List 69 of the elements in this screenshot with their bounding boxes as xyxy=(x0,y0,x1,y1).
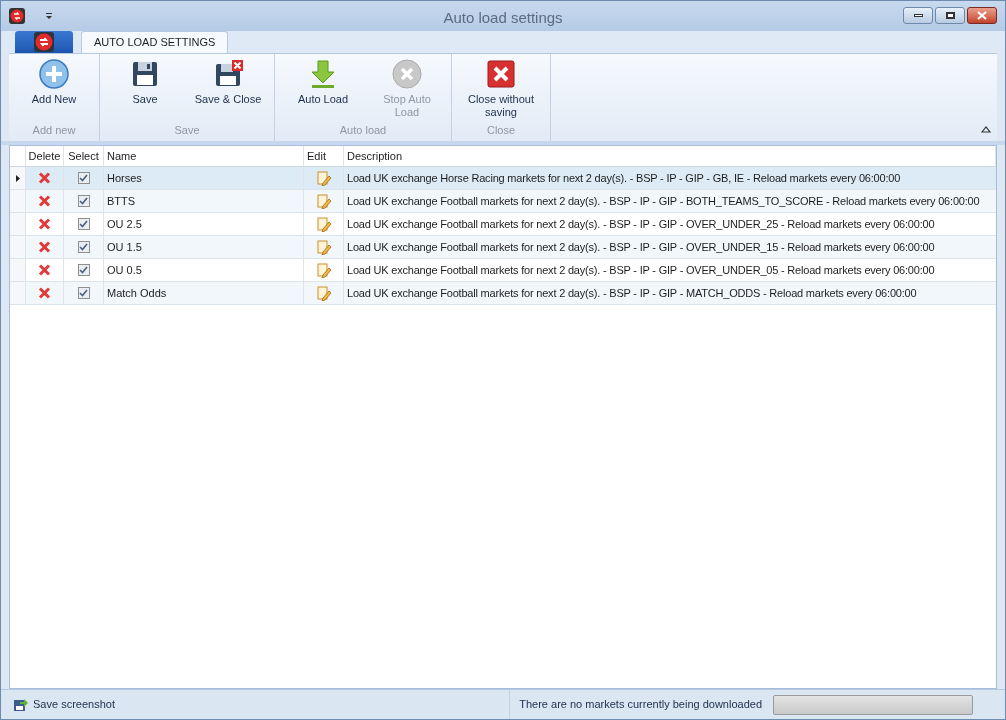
table-cell-text: Load UK exchange Football markets for next 2 day(s). - BSP - IP - GIP - OVER_UNDER_05 - Reload markets every 06:00:00 xyxy=(347,262,935,278)
column-header[interactable]: Description xyxy=(344,146,996,166)
ribbon-group-label: Add new xyxy=(32,122,76,138)
delete-icon[interactable] xyxy=(38,264,51,276)
app-logo-icon xyxy=(34,32,54,52)
delete-icon[interactable] xyxy=(38,241,51,253)
application-menu-button[interactable] xyxy=(15,31,73,53)
minimize-button[interactable] xyxy=(903,7,933,24)
ribbon-button[interactable]: Add New xyxy=(13,54,95,122)
checkbox[interactable] xyxy=(77,241,90,253)
edit-icon[interactable] xyxy=(315,262,332,278)
table-cell-text: Horses xyxy=(107,170,142,186)
stop-icon xyxy=(391,58,423,90)
ribbon-group-label: Close xyxy=(486,122,516,138)
delete-icon[interactable] xyxy=(38,218,51,230)
dropdown-icon[interactable] xyxy=(45,12,53,20)
ribbon-tab[interactable]: AUTO LOAD SETTINGS xyxy=(81,31,229,53)
table-cell-text: BTTS xyxy=(107,193,136,209)
edit-icon[interactable] xyxy=(315,239,332,255)
table-cell-text: Load UK exchange Football markets for next 2 day(s). - BSP - IP - GIP - BOTH_TEAMS_TO_SCORE - Reload markets every 06:00:00 xyxy=(347,193,980,209)
row-header[interactable] xyxy=(10,167,26,189)
checkbox[interactable] xyxy=(77,218,90,230)
row-indicator-icon xyxy=(15,174,20,182)
table-cell-text: Load UK exchange Football markets for next 2 day(s). - BSP - IP - GIP - MATCH_ODDS - Reload markets every 06:00:00 xyxy=(347,285,917,301)
checkbox[interactable] xyxy=(77,264,90,276)
window-title: Auto load settings xyxy=(443,8,563,28)
table-row[interactable]: Match Odds Load UK exchange Football markets for next 2 day(s). - BSP - IP - GIP - MATCH_ODDS - Reload markets every 06:00:00 xyxy=(10,282,996,305)
ribbon-button[interactable]: Save & Close xyxy=(186,54,270,122)
status-message: There are no markets currently being downloaded xyxy=(519,697,762,713)
table-row[interactable]: Horses Load UK exchange Horse Racing markets for next 2 day(s). - BSP - IP - GIP - GB, IE - Reload markets every 06:00:00 xyxy=(10,167,996,190)
collapse-ribbon-icon[interactable] xyxy=(981,126,991,133)
close-button[interactable] xyxy=(967,7,997,24)
table-cell-text: OU 2.5 xyxy=(107,216,142,232)
checkbox[interactable] xyxy=(77,172,90,184)
table-row[interactable]: BTTS Load UK exchange Football markets for next 2 day(s). - BSP - IP - GIP - BOTH_TEAMS_TO_SCORE - Reload markets every 06:00:00 xyxy=(10,190,996,213)
delete-icon[interactable] xyxy=(38,172,51,184)
save-screenshot-button[interactable]: Save screenshot xyxy=(13,696,115,713)
table-cell-text: OU 0.5 xyxy=(107,262,142,278)
edit-icon[interactable] xyxy=(315,216,332,232)
table-cell-text: Load UK exchange Horse Racing markets for next 2 day(s). - BSP - IP - GIP - GB, IE - Reload markets every 06:00:00 xyxy=(347,170,901,186)
app-logo-icon[interactable] xyxy=(9,8,25,24)
table-cell-text: Load UK exchange Football markets for next 2 day(s). - BSP - IP - GIP - OVER_UNDER_15 - Reload markets every 06:00:00 xyxy=(347,239,935,255)
ribbon-button[interactable]: Auto Load xyxy=(279,54,367,122)
add-icon xyxy=(38,58,70,90)
ribbon-button[interactable]: Close without saving xyxy=(456,54,546,122)
table-cell-text: Match Odds xyxy=(107,285,167,301)
column-header[interactable]: Delete xyxy=(26,146,64,166)
table-row[interactable]: OU 1.5 Load UK exchange Football markets for next 2 day(s). - BSP - IP - GIP - OVER_UNDER_15 - Reload markets every 06:00:00 xyxy=(10,236,996,259)
table-row[interactable]: OU 2.5 Load UK exchange Football markets for next 2 day(s). - BSP - IP - GIP - OVER_UNDER_25 - Reload markets every 06:00:00 xyxy=(10,213,996,236)
column-header[interactable]: Edit xyxy=(304,146,344,166)
edit-icon[interactable] xyxy=(315,193,332,209)
ribbon-group-label: Auto load xyxy=(339,122,387,138)
column-header[interactable]: Select xyxy=(64,146,104,166)
checkbox[interactable] xyxy=(77,287,90,299)
ribbon-group-label: Save xyxy=(174,122,200,138)
table-cell-text: OU 1.5 xyxy=(107,239,142,255)
edit-icon[interactable] xyxy=(315,170,332,186)
close-icon xyxy=(977,11,987,20)
ribbon-button[interactable]: Save xyxy=(104,54,186,122)
maximize-button[interactable] xyxy=(935,7,965,24)
table-cell-text: Load UK exchange Football markets for next 2 day(s). - BSP - IP - GIP - OVER_UNDER_25 - Reload markets every 06:00:00 xyxy=(347,216,935,232)
delete-icon[interactable] xyxy=(38,195,51,207)
delete-icon[interactable] xyxy=(38,287,51,299)
checkbox[interactable] xyxy=(77,195,90,207)
save-screenshot-icon xyxy=(13,697,28,712)
table-row[interactable]: OU 0.5 Load UK exchange Football markets for next 2 day(s). - BSP - IP - GIP - OVER_UNDER_05 - Reload markets every 06:00:00 xyxy=(10,259,996,282)
close-icon xyxy=(485,58,517,90)
edit-icon[interactable] xyxy=(315,285,332,301)
column-header[interactable]: Name xyxy=(104,146,304,166)
